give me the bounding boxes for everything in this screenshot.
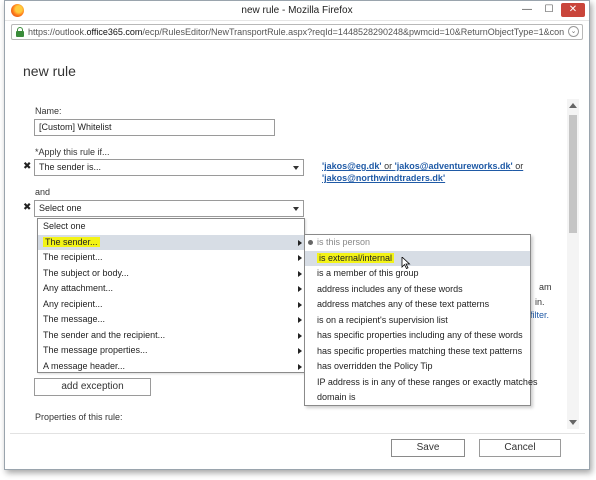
submenu-item[interactable]: is this person: [305, 235, 530, 251]
remove-second-condition-icon[interactable]: ✖: [23, 202, 31, 213]
dropdown-item-sender[interactable]: The sender...: [38, 234, 304, 250]
dropdown-item[interactable]: A message header...: [38, 359, 304, 375]
window-title: new rule - Mozilla Firefox: [241, 5, 353, 16]
submenu-arrow-icon: [298, 270, 302, 277]
minimize-button[interactable]: —: [517, 3, 537, 17]
filter-link[interactable]: filter.: [530, 310, 549, 320]
footer-divider: [10, 433, 585, 434]
add-exception-button[interactable]: add exception: [34, 378, 151, 396]
cancel-button[interactable]: Cancel: [479, 439, 561, 457]
url-text[interactable]: https://outlook.office365.com/ecp/RulesE…: [28, 27, 568, 37]
scroll-down-icon[interactable]: [569, 420, 577, 425]
submenu-item-external-internal[interactable]: is external/internal: [305, 250, 530, 269]
close-button[interactable]: ✕: [561, 3, 585, 17]
submenu-item[interactable]: has overridden the Policy Tip: [305, 359, 530, 375]
condition-select-value: The sender is...: [39, 162, 102, 172]
dropdown-item[interactable]: The recipient...: [38, 250, 304, 266]
title-bar: new rule - Mozilla Firefox — ☐ ✕: [5, 1, 589, 21]
condition-recipients-link[interactable]: 'jakos@eg.dk' or 'jakos@adventureworks.d…: [322, 160, 537, 184]
condition-dropdown-list: Select one The sender... The recipient..…: [37, 218, 305, 373]
scrollbar-thumb[interactable]: [569, 115, 577, 233]
submenu-item[interactable]: is on a recipient's supervision list: [305, 313, 530, 329]
submenu-arrow-icon: [298, 332, 302, 339]
submenu-arrow-icon: [298, 317, 302, 323]
second-condition-select[interactable]: Select one: [34, 200, 304, 217]
lock-icon: [16, 27, 24, 37]
submenu-arrow-icon: [298, 239, 302, 246]
dropdown-item[interactable]: Select one: [38, 219, 304, 235]
reader-icon[interactable]: ⌄: [568, 26, 579, 37]
dropdown-item[interactable]: The message...: [38, 312, 304, 328]
window-controls: — ☐ ✕: [517, 3, 585, 17]
sender-submenu: is this person is external/internal is a…: [304, 234, 537, 406]
name-field[interactable]: [Custom] Whitelist: [34, 119, 275, 136]
submenu-item[interactable]: has specific properties including any of…: [305, 328, 530, 344]
submenu-item[interactable]: address matches any of these text patter…: [305, 297, 530, 313]
submenu-arrow-icon: [298, 255, 302, 261]
submenu-item[interactable]: is a member of this group: [305, 266, 530, 282]
submenu-item[interactable]: address includes any of these words: [305, 282, 530, 298]
dropdown-item[interactable]: The sender and the recipient...: [38, 328, 304, 344]
name-label: Name:: [35, 106, 62, 116]
dropdown-item[interactable]: Any recipient...: [38, 297, 304, 313]
condition-select[interactable]: The sender is...: [34, 159, 304, 176]
dropdown-item[interactable]: The message properties...: [38, 343, 304, 359]
submenu-arrow-icon: [298, 301, 302, 308]
submenu-arrow-icon: [298, 348, 302, 354]
submenu-item[interactable]: IP address is in any of these ranges or …: [305, 375, 537, 391]
scrollbar[interactable]: [567, 99, 579, 429]
submenu-arrow-icon: [298, 363, 302, 370]
submenu-arrow-icon: [298, 286, 302, 292]
obscured-text: am: [539, 282, 552, 292]
and-label: and: [35, 187, 51, 197]
save-button[interactable]: Save: [391, 439, 465, 457]
chevron-down-icon: [293, 166, 299, 170]
dropdown-item[interactable]: The subject or body...: [38, 266, 304, 282]
dropdown-item[interactable]: Any attachment...: [38, 281, 304, 297]
second-condition-select-value: Select one: [39, 203, 82, 213]
submenu-item[interactable]: has specific properties matching these t…: [305, 344, 530, 360]
address-bar[interactable]: https://outlook.office365.com/ecp/RulesE…: [11, 24, 583, 40]
properties-label: Properties of this rule:: [35, 412, 123, 422]
browser-window: new rule - Mozilla Firefox — ☐ ✕ https:/…: [4, 0, 590, 470]
remove-condition-icon[interactable]: ✖: [23, 161, 31, 172]
page-title: new rule: [23, 63, 76, 79]
apply-rule-label: *Apply this rule if...: [35, 147, 110, 157]
scroll-up-icon[interactable]: [569, 103, 577, 108]
maximize-button[interactable]: ☐: [539, 3, 559, 17]
obscured-text: in.: [535, 297, 545, 307]
submenu-item[interactable]: domain is: [305, 390, 530, 406]
chevron-down-icon: [293, 207, 299, 211]
bullet-icon: [308, 240, 313, 245]
